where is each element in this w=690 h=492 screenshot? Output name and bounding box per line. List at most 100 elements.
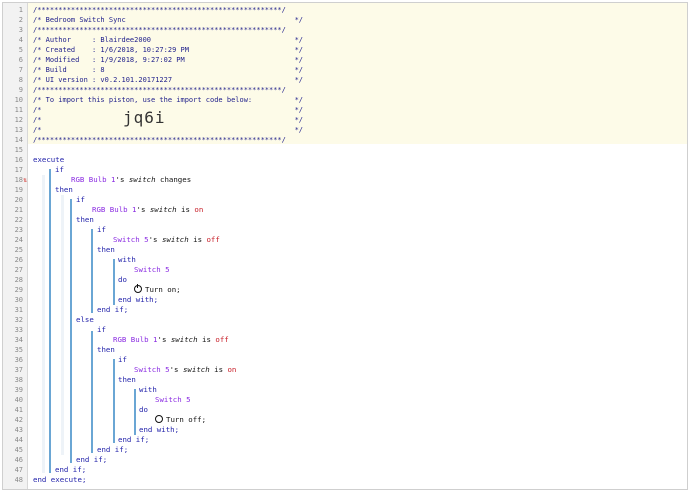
device-switch-5[interactable]: Switch 5 <box>155 395 191 405</box>
line-number: 36 <box>14 356 23 364</box>
line-number: 10 <box>14 96 23 104</box>
keyword-end-with: end with; <box>118 295 159 304</box>
line-number: 35 <box>14 346 23 354</box>
piston-code-view: 1 2 3 4 5 6 7 8 9 10 11 12 13 14 15 16 17 18 19 20 21 22 23 24 2… <box>2 2 688 490</box>
condition-rgb-on[interactable]: RGB Bulb 1's switch is on <box>92 205 203 215</box>
line-number: 29 <box>14 286 23 294</box>
line-number: 24 <box>14 236 23 244</box>
keyword-end-with: end with; <box>139 425 180 434</box>
keyword-if[interactable]: if <box>118 355 127 365</box>
import-code[interactable]: jq6i <box>123 108 166 128</box>
line-number: 12 <box>14 116 23 124</box>
comment-border-line: /***************************************… <box>33 26 286 34</box>
keyword-do: do <box>118 275 127 284</box>
line-number: 11 <box>14 106 23 114</box>
line-number: 5 <box>18 46 23 54</box>
with-block-line <box>113 259 115 305</box>
block-shade <box>42 175 45 473</box>
if-block-line <box>113 359 115 443</box>
line-number: 31 <box>14 306 23 314</box>
if-block-line <box>49 169 51 473</box>
line-number: 34 <box>14 336 23 344</box>
line-number: 22 <box>14 216 23 224</box>
comment-build-line: /* Build : 8 */ <box>33 66 303 74</box>
keyword-end-execute: end execute; <box>33 475 87 484</box>
line-number: 18 <box>14 176 23 184</box>
line-number: 14 <box>14 136 23 144</box>
line-number: 47 <box>14 466 23 474</box>
comment-created-line: /* Created : 1/6/2018, 10:27:29 PM */ <box>33 46 303 54</box>
line-number: 1 <box>18 6 23 14</box>
line-number: 21 <box>14 206 23 214</box>
block-shade <box>61 195 64 455</box>
keyword-end-if: end if; <box>97 445 129 454</box>
power-off-icon <box>155 415 163 423</box>
keyword-if[interactable]: if <box>76 195 85 205</box>
line-number: 46 <box>14 456 23 464</box>
comment-blank-line: /* */ <box>33 106 303 114</box>
if-block-line <box>91 229 93 313</box>
line-number: 42 <box>14 416 23 424</box>
keyword-if[interactable]: if <box>97 225 106 235</box>
line-number: 9 <box>18 86 23 94</box>
line-number: 26 <box>14 256 23 264</box>
line-number: 43 <box>14 426 23 434</box>
line-number: 40 <box>14 396 23 404</box>
device-switch-5[interactable]: Switch 5 <box>134 265 170 275</box>
keyword-with[interactable]: with <box>118 255 136 265</box>
line-number: 37 <box>14 366 23 374</box>
keyword-then: then <box>55 185 73 194</box>
power-on-icon <box>134 284 142 293</box>
condition-rgb-changes[interactable]: RGB Bulb 1's switch changes <box>71 175 191 185</box>
line-number: 4 <box>18 36 23 44</box>
condition-switch-on[interactable]: Switch 5's switch is on <box>134 365 236 375</box>
line-number: 30 <box>14 296 23 304</box>
line-number: 8 <box>18 76 23 84</box>
condition-marker-icon: ⇅ <box>23 176 28 184</box>
comment-modified-line: /* Modified : 1/9/2018, 9:27:02 PM */ <box>33 56 303 64</box>
line-number: 39 <box>14 386 23 394</box>
line-number: 32 <box>14 316 23 324</box>
condition-switch-off[interactable]: Switch 5's switch is off <box>113 235 220 245</box>
keyword-end-if: end if; <box>76 455 108 464</box>
line-number: 3 <box>18 26 23 34</box>
line-number: 38 <box>14 376 23 384</box>
keyword-do: do <box>139 405 148 414</box>
keyword-end-if: end if; <box>118 435 150 444</box>
comment-ui-version-line: /* UI version : v0.2.101.20171227 */ <box>33 76 303 84</box>
comment-title-line: /* Bedroom Switch Sync */ <box>33 16 303 24</box>
keyword-then: then <box>76 215 94 224</box>
line-number: 17 <box>14 166 23 174</box>
keyword-execute: execute <box>33 155 65 164</box>
action-turn-on[interactable]: Turn on; <box>134 284 181 295</box>
keyword-end-if: end if; <box>97 305 129 314</box>
action-turn-off[interactable]: Turn off; <box>155 415 206 425</box>
line-number: 48 <box>14 476 23 484</box>
line-number: 27 <box>14 266 23 274</box>
keyword-with[interactable]: with <box>139 385 157 395</box>
line-number: 23 <box>14 226 23 234</box>
with-block-line <box>134 389 136 435</box>
condition-rgb-off[interactable]: RGB Bulb 1's switch is off <box>113 335 229 345</box>
line-number: 20 <box>14 196 23 204</box>
comment-border-line: /***************************************… <box>33 136 286 144</box>
line-number: 16 <box>14 156 23 164</box>
line-number: 13 <box>14 126 23 134</box>
line-number: 6 <box>18 56 23 64</box>
line-number: 45 <box>14 446 23 454</box>
keyword-if[interactable]: if <box>97 325 106 335</box>
line-number: 7 <box>18 66 23 74</box>
keyword-then: then <box>97 345 115 354</box>
line-number: 2 <box>18 16 23 24</box>
comment-border-line: /***************************************… <box>33 6 286 14</box>
keyword-if[interactable]: if <box>55 165 64 175</box>
keyword-then: then <box>118 375 136 384</box>
comment-author-line: /* Author : Blairdee2000 */ <box>33 36 303 44</box>
comment-blank-line: /* */ <box>33 126 303 134</box>
comment-blank-line: /* */ <box>33 116 303 124</box>
comment-border-line: /***************************************… <box>33 86 286 94</box>
line-number: 44 <box>14 436 23 444</box>
keyword-then: then <box>97 245 115 254</box>
if-block-line <box>70 199 72 463</box>
if-block-line <box>91 331 93 453</box>
